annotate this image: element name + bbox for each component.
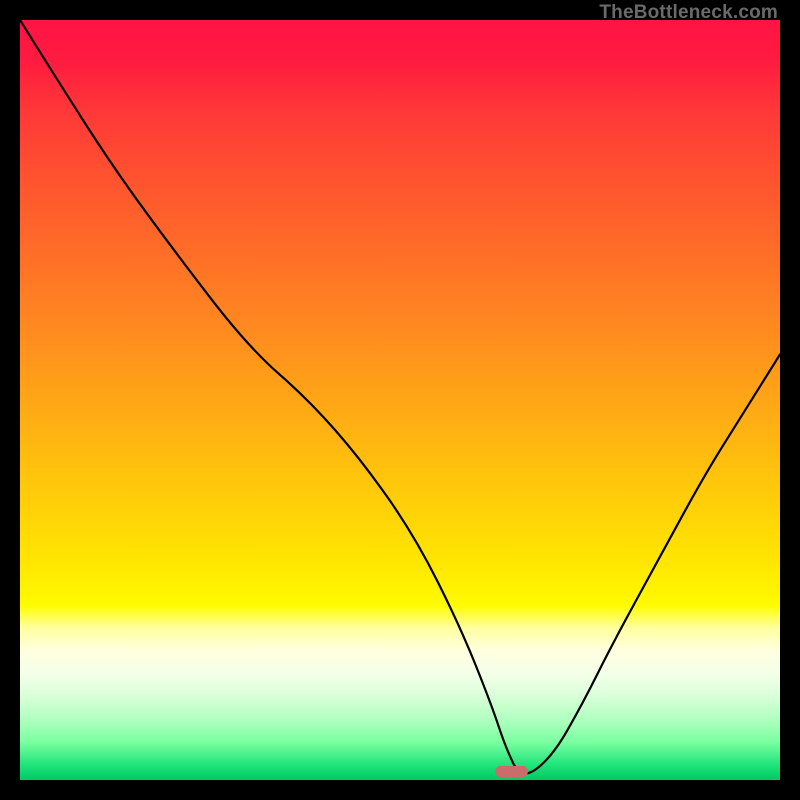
optimal-marker: [495, 766, 528, 777]
chart-frame: TheBottleneck.com: [0, 0, 800, 800]
plot-area: [20, 20, 780, 780]
attribution-text: TheBottleneck.com: [599, 2, 778, 24]
bottleneck-curve: [20, 20, 780, 780]
